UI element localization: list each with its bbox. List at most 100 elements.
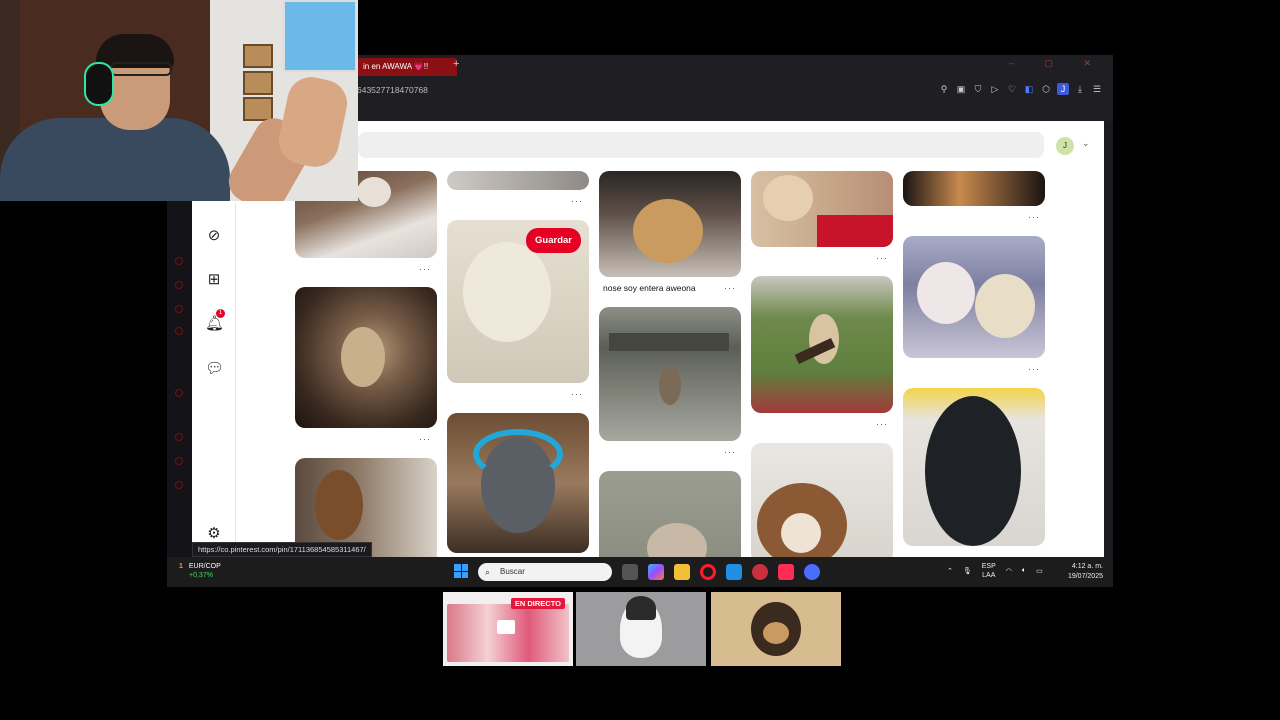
chevron-down-icon[interactable]: ⌄ xyxy=(1082,138,1090,149)
stream-stage: in en AWAWA 💗!! + – ▢ ✕ 64352771847076​8… xyxy=(0,0,1280,720)
extensions-icon[interactable]: ⬡ xyxy=(1040,83,1052,95)
more-options-icon[interactable]: ··· xyxy=(419,434,431,444)
pin-caption[interactable]: nose soy entera aweona xyxy=(603,283,696,293)
user-avatar[interactable]: J xyxy=(1056,137,1074,155)
pin-sitting-dog[interactable] xyxy=(599,307,741,441)
more-options-icon[interactable]: ··· xyxy=(1028,212,1040,222)
dog-image xyxy=(633,199,703,263)
pin-icon[interactable]: ⚲ xyxy=(938,83,950,95)
more-options-icon[interactable]: ··· xyxy=(1028,364,1040,374)
chevron-up-icon[interactable]: ⌃ xyxy=(947,567,953,575)
search-placeholder: Buscar xyxy=(500,567,525,576)
sidebar-dot-icon[interactable] xyxy=(175,257,183,265)
taskbar-apps xyxy=(622,564,820,580)
create-icon[interactable]: ⊞ xyxy=(205,271,223,289)
participant-tile-avatar[interactable] xyxy=(576,592,706,666)
volume-icon[interactable]: 🔈︎ xyxy=(1022,567,1026,575)
shield-icon[interactable]: ⛉ xyxy=(972,83,984,95)
photo-frame-image xyxy=(243,44,273,68)
tiktok-icon[interactable] xyxy=(778,564,794,580)
clock-time: 4:12 a. m. xyxy=(1071,563,1103,570)
url-text[interactable]: 64352771847076​8 xyxy=(357,85,428,95)
sidebar-dot-icon[interactable] xyxy=(175,389,183,397)
app-icon[interactable] xyxy=(752,564,768,580)
photo-frame-image xyxy=(243,71,273,95)
messages-icon[interactable]: 💬︎ xyxy=(205,360,224,378)
window-controls[interactable]: – ▢ ✕ xyxy=(1009,58,1105,69)
streamer-body xyxy=(0,118,230,201)
save-button[interactable]: Guardar xyxy=(526,228,581,253)
dog-image xyxy=(925,396,1021,546)
play-icon[interactable]: ▷ xyxy=(989,83,1001,95)
opera-icon[interactable] xyxy=(700,564,716,580)
taskbar-clock[interactable]: 4:12 a. m. 19/07/2025 xyxy=(1068,562,1103,582)
download-icon[interactable]: ⤓ xyxy=(1074,83,1086,95)
pin-beagle-face[interactable] xyxy=(751,443,893,557)
stock-widget[interactable]: 1 EUR/COP +0,37% xyxy=(179,562,221,580)
search-icon: ⌕ xyxy=(485,567,491,577)
pin-dog-curly[interactable] xyxy=(295,287,437,428)
copilot-icon[interactable] xyxy=(648,564,664,580)
painting-image xyxy=(283,0,357,72)
file-explorer-icon[interactable] xyxy=(674,564,690,580)
pin-black-puppy[interactable] xyxy=(903,388,1045,546)
participant-tile-monkey[interactable] xyxy=(711,592,841,666)
more-options-icon[interactable]: ··· xyxy=(419,264,431,274)
vscode-icon[interactable] xyxy=(726,564,742,580)
pin-sleepy-dogs[interactable] xyxy=(751,171,893,247)
sidebar-dot-icon[interactable] xyxy=(175,481,183,489)
participant-tile-screen[interactable]: EN DIRECTO xyxy=(443,592,573,666)
sidebar-dot-icon[interactable] xyxy=(175,327,183,335)
present-icon xyxy=(497,620,515,634)
app-icon[interactable] xyxy=(804,564,820,580)
pinterest-search-input[interactable] xyxy=(358,132,1044,158)
pin-guitar-dog[interactable] xyxy=(751,276,893,413)
windows-taskbar: 1 EUR/COP +0,37% ⌕ Buscar ⌃ 🎙︎ ESP LAA ◠… xyxy=(167,557,1113,587)
sidebar-dot-icon[interactable] xyxy=(175,281,183,289)
clock-date: 19/07/2025 xyxy=(1067,573,1103,580)
snapshot-icon[interactable]: ▣ xyxy=(955,83,967,95)
wifi-icon[interactable]: ◠ xyxy=(1006,567,1012,575)
headphones-icon xyxy=(473,429,563,479)
more-options-icon[interactable]: ··· xyxy=(876,253,888,263)
widget-badge: 1 xyxy=(179,563,183,570)
pin-two-puppies[interactable] xyxy=(903,236,1045,358)
red-blanket-image xyxy=(817,215,893,247)
dog-image xyxy=(463,242,551,342)
menu-icon[interactable]: ☰ xyxy=(1091,83,1103,95)
ticker-change: +0,37% xyxy=(189,572,213,579)
more-options-icon[interactable]: ··· xyxy=(724,447,736,457)
pin-shiba[interactable] xyxy=(599,171,741,277)
new-tab-button[interactable]: + xyxy=(453,58,459,70)
more-options-icon[interactable]: ··· xyxy=(571,389,583,399)
more-options-icon[interactable]: ··· xyxy=(724,283,736,293)
pin-top-partial-2[interactable] xyxy=(903,171,1045,206)
bench-image xyxy=(609,333,729,351)
browser-toolbar: ⚲ ▣ ⛉ ▷ ♡ ◧ ⬡ J ⤓ ☰ xyxy=(938,83,1103,95)
task-view-icon[interactable] xyxy=(622,564,638,580)
live-badge: EN DIRECTO xyxy=(510,598,565,609)
pin-top-partial[interactable] xyxy=(447,171,589,190)
settings-icon[interactable]: ⚙ xyxy=(205,525,223,543)
microphone-icon[interactable]: 🎙︎ xyxy=(963,567,972,575)
start-button[interactable] xyxy=(454,564,468,578)
sidebar-dot-icon[interactable] xyxy=(175,305,183,313)
system-tray: ⌃ 🎙︎ ESP LAA ◠ 🔈︎ ▭ xyxy=(947,562,1043,580)
battery-icon[interactable]: ▭ xyxy=(1036,567,1043,575)
heart-icon[interactable]: ♡ xyxy=(1006,83,1018,95)
language-indicator[interactable]: ESP LAA xyxy=(982,562,996,580)
pin-dog-peek[interactable] xyxy=(599,471,741,557)
taskbar-search-input[interactable]: ⌕ Buscar xyxy=(478,563,612,581)
more-options-icon[interactable]: ··· xyxy=(571,196,583,206)
pin-dog-headphones[interactable] xyxy=(447,413,589,553)
pin-white-puppy[interactable]: Guardar xyxy=(447,220,589,383)
sidebar-dot-icon[interactable] xyxy=(175,433,183,441)
browser-tab[interactable]: in en AWAWA 💗!! xyxy=(357,58,457,76)
more-options-icon[interactable]: ··· xyxy=(876,419,888,429)
dog-image xyxy=(341,327,385,387)
lang-line-2: LAA xyxy=(982,572,996,579)
profile-icon[interactable]: J xyxy=(1057,83,1069,95)
sidebar-dot-icon[interactable] xyxy=(175,457,183,465)
translate-icon[interactable]: ◧ xyxy=(1023,83,1035,95)
compass-icon[interactable]: ⊘ xyxy=(205,227,223,245)
